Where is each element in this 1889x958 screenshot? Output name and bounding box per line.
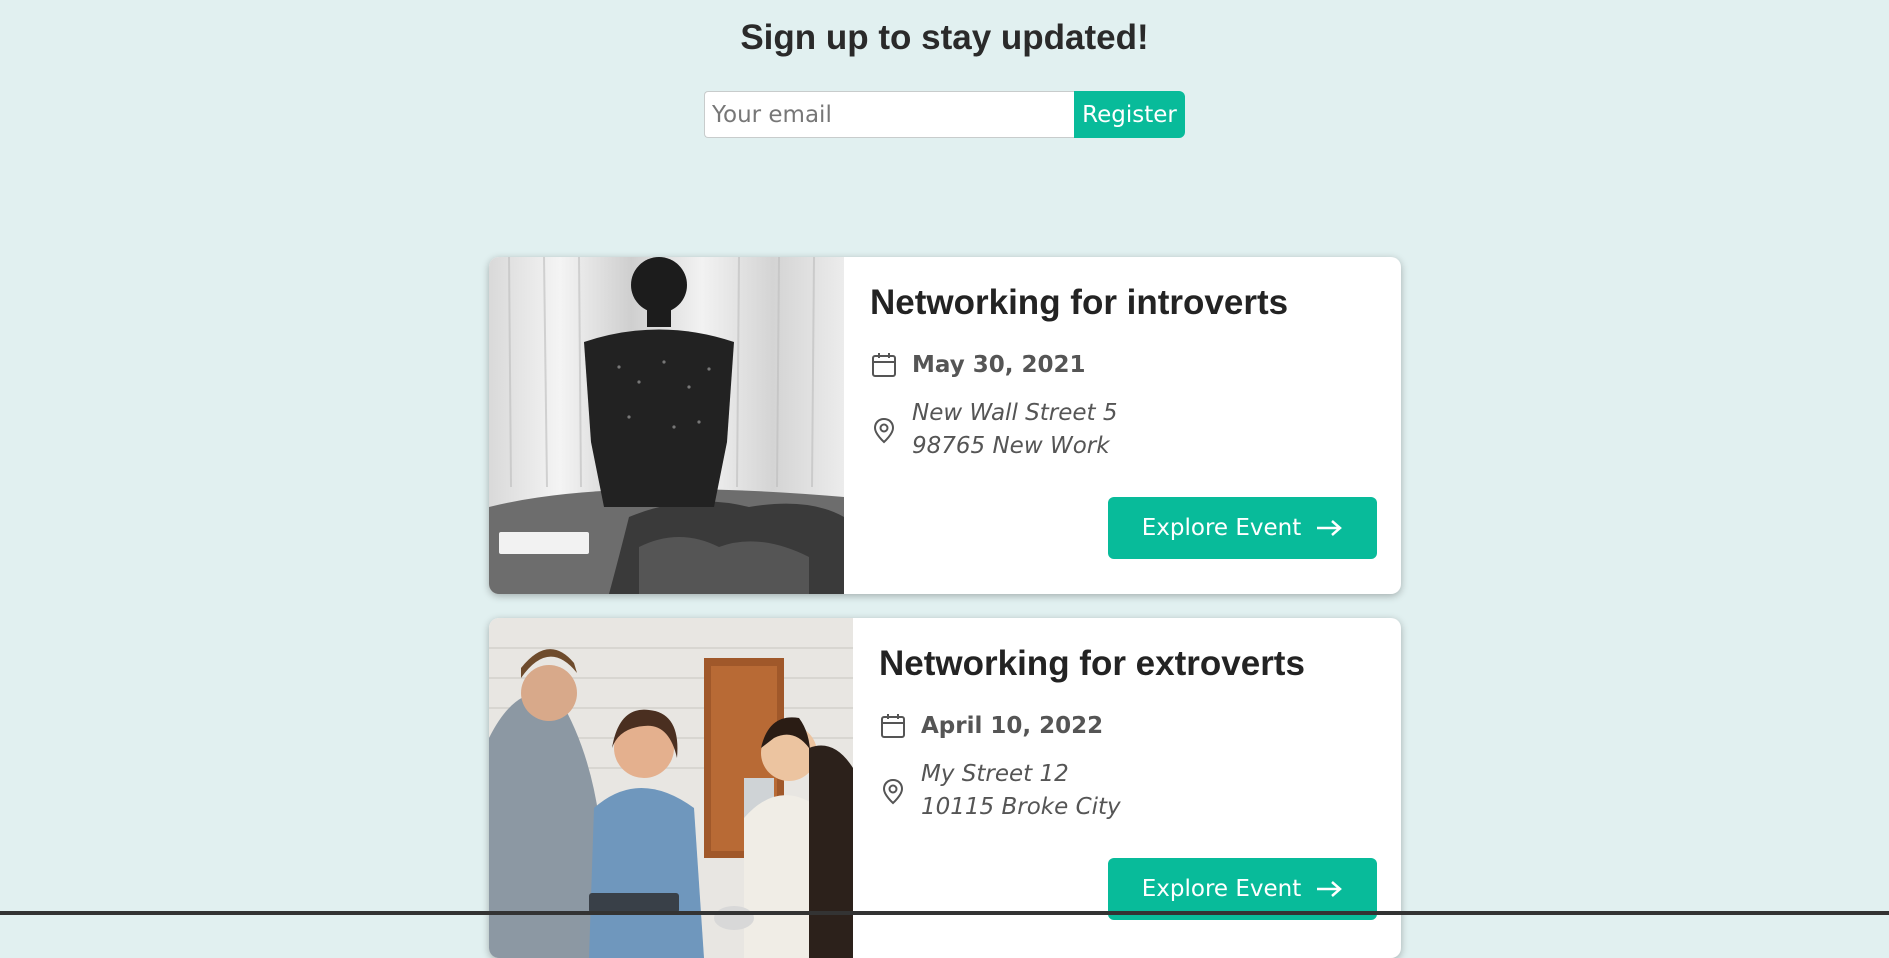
event-date-text: May 30, 2021 — [912, 352, 1086, 378]
location-pin-icon — [882, 778, 904, 805]
event-address: New Wall Street 5 98765 New Work — [870, 397, 1117, 463]
event-address-text: New Wall Street 5 98765 New Work — [912, 397, 1117, 463]
email-input[interactable] — [704, 91, 1074, 138]
event-address: My Street 12 10115 Broke City — [879, 758, 1121, 824]
address-line-2: 10115 Broke City — [921, 794, 1121, 820]
signup-form: Register — [704, 91, 1185, 138]
explore-event-label: Explore Event — [1141, 876, 1302, 902]
event-title: Networking for introverts — [870, 283, 1289, 322]
event-card: Networking for introverts May 30, 2021 N… — [489, 257, 1401, 594]
address-line-1: My Street 12 — [921, 761, 1069, 787]
event-date: April 10, 2022 — [879, 712, 1103, 740]
event-date-text: April 10, 2022 — [921, 713, 1104, 739]
explore-event-label: Explore Event — [1141, 515, 1302, 541]
arrow-right-icon — [1317, 520, 1343, 536]
event-details: Networking for introverts May 30, 2021 N… — [844, 257, 1401, 594]
person-on-bed-image — [489, 257, 844, 594]
event-image — [489, 257, 844, 594]
address-line-1: New Wall Street 5 — [912, 400, 1118, 426]
signup-title: Sign up to stay updated! — [740, 18, 1149, 57]
explore-event-button[interactable]: Explore Event — [1108, 497, 1377, 559]
event-image — [489, 618, 853, 958]
event-address-text: My Street 12 10115 Broke City — [921, 758, 1121, 824]
group-talking-image — [489, 618, 853, 958]
calendar-icon — [872, 353, 896, 377]
event-date: May 30, 2021 — [870, 351, 1085, 379]
arrow-right-icon — [1317, 881, 1343, 897]
event-title: Networking for extroverts — [879, 644, 1305, 683]
event-card: Networking for extroverts April 10, 2022… — [489, 618, 1401, 958]
register-button[interactable]: Register — [1074, 91, 1185, 138]
calendar-icon — [881, 714, 905, 738]
location-pin-icon — [873, 417, 895, 444]
bottom-edge-strip — [0, 911, 1889, 915]
address-line-2: 98765 New Work — [912, 433, 1110, 459]
event-details: Networking for extroverts April 10, 2022… — [853, 618, 1401, 958]
